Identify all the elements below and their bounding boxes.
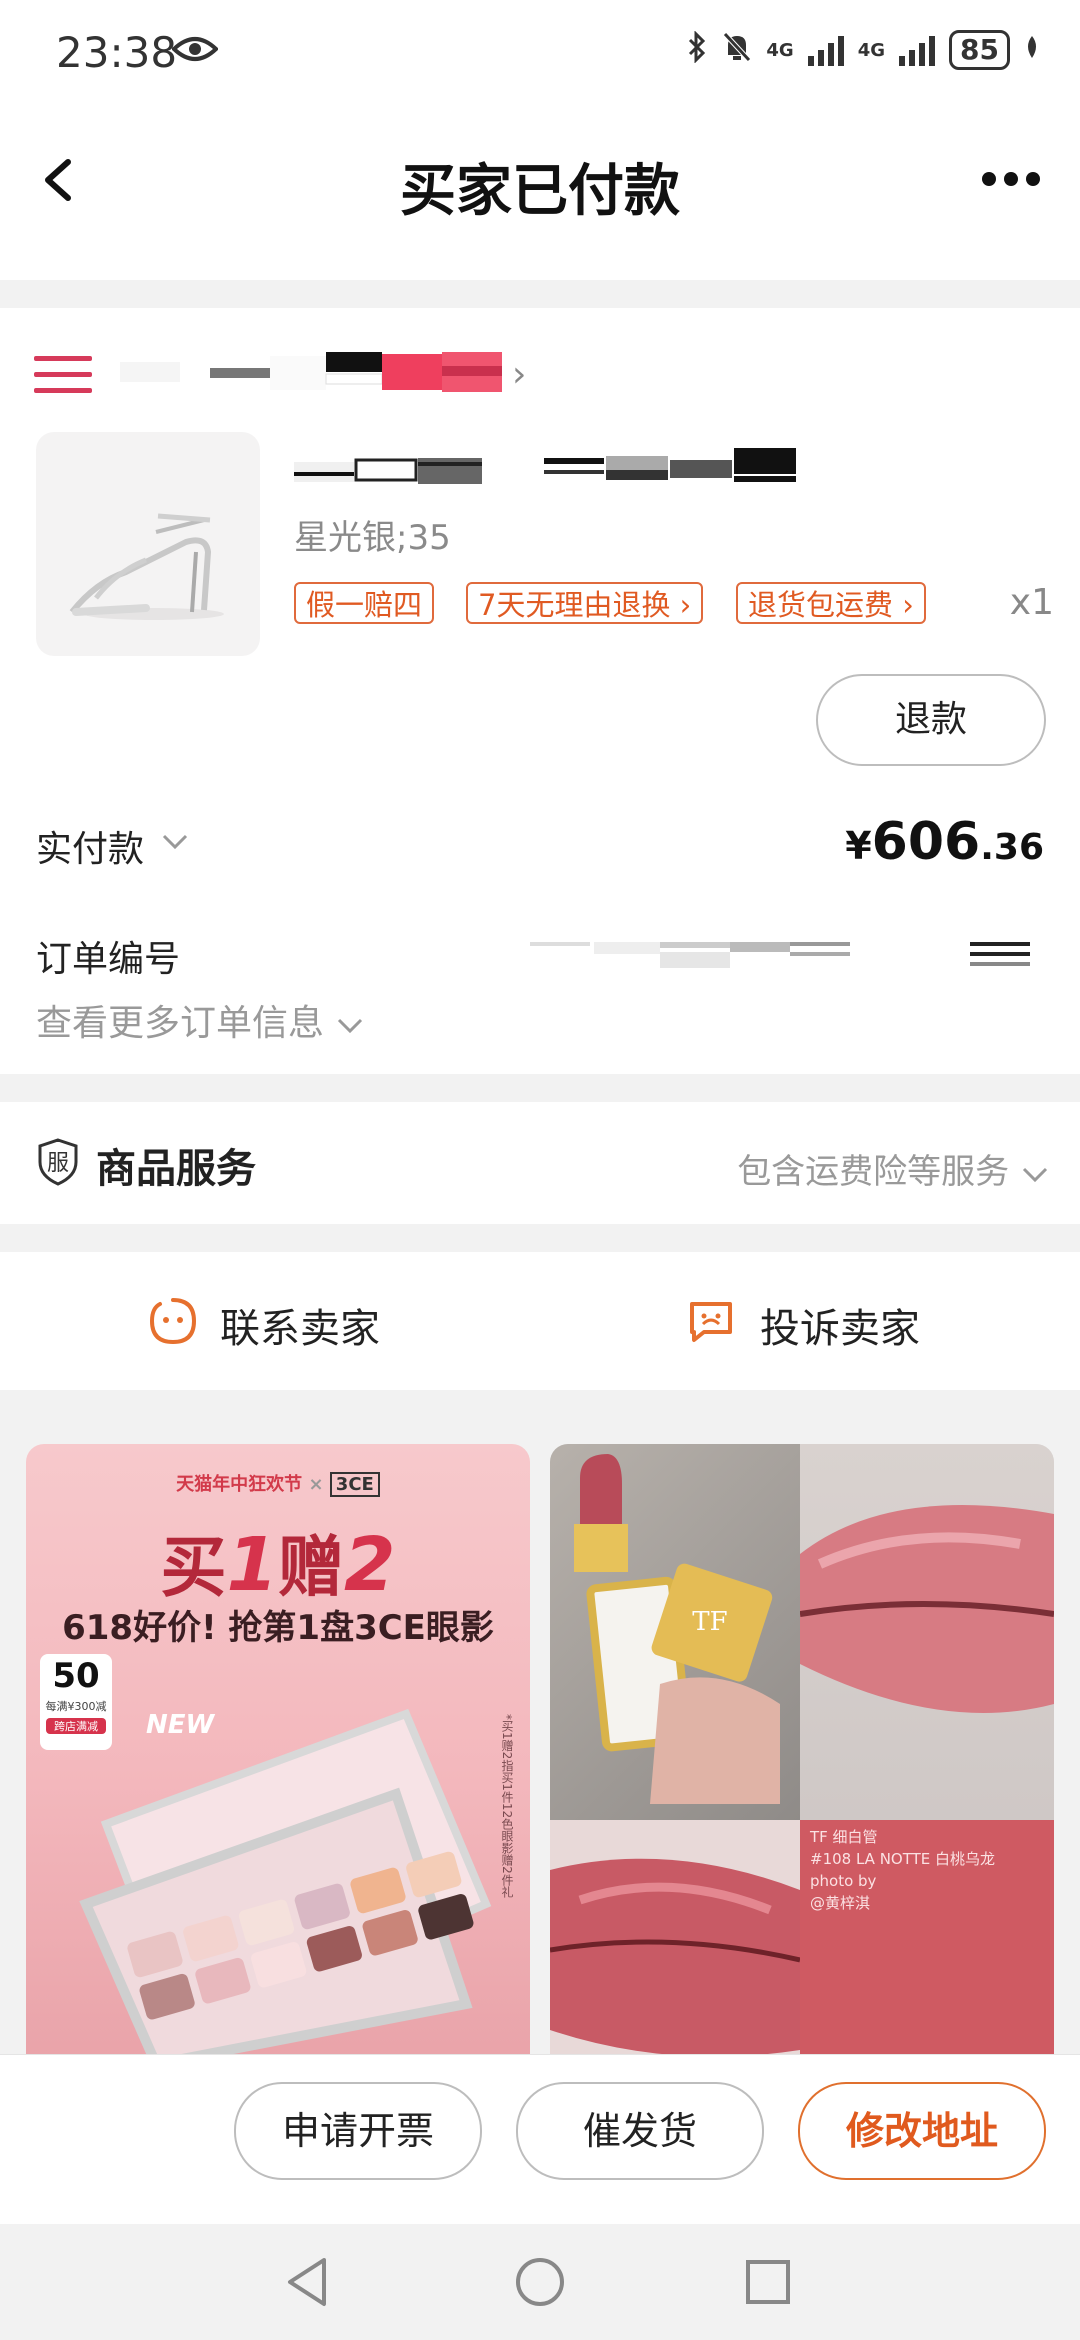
more-order-info-link[interactable]: 查看更多订单信息 — [36, 994, 365, 1046]
complaint-icon[interactable] — [686, 1296, 736, 1350]
shop-logo-icon — [34, 356, 92, 393]
ad-headline: 买1赠2 — [160, 1522, 396, 1608]
shop-name-redacted[interactable] — [120, 352, 510, 392]
refund-button[interactable]: 退款 — [816, 674, 1046, 766]
swatch-line-2: #108 LA NOTTE 白桃乌龙 — [810, 1850, 996, 1868]
complain-seller-button[interactable]: 投诉卖家 — [760, 1296, 920, 1354]
recommendation-card-eyeshadow[interactable]: 天猫年中狂欢节 × 3CE 买1赠2 618好价! 抢第1盘3CE眼影 50 每… — [26, 1444, 530, 2064]
lips-photo-2 — [550, 1820, 801, 2064]
bluetooth-icon — [686, 30, 708, 69]
ad-subline: 618好价! 抢第1盘3CE眼影 — [62, 1608, 494, 1648]
chevron-down-icon — [338, 1018, 363, 1034]
chevron-down-icon[interactable] — [160, 826, 190, 863]
lipstick-photo: TF — [550, 1444, 800, 1820]
swatch-line-3: photo by — [810, 1872, 877, 1890]
recommendation-card-lipstick[interactable]: TF TF 细白管 #108 LA NOTTE 白桃乌龙 photo by @黄… — [550, 1444, 1054, 2064]
more-options-icon[interactable] — [982, 172, 1040, 186]
modify-address-button[interactable]: 修改地址 — [798, 2082, 1046, 2180]
product-variant: 星光银;35 — [294, 518, 451, 558]
ad-logo-label: 3CE — [329, 1472, 380, 1497]
service-title: 商品服务 — [96, 1146, 256, 1192]
product-thumbnail[interactable] — [36, 432, 260, 656]
service-icon-text: 服 — [47, 1151, 69, 1176]
chevron-right-icon[interactable]: › — [512, 354, 526, 395]
signal-icon-2 — [899, 34, 936, 66]
swatch-line-4: @黄梓淇 — [810, 1894, 871, 1912]
swatch-panel: TF 细白管 #108 LA NOTTE 白桃乌龙 photo by @黄梓淇 — [800, 1820, 1054, 2064]
request-invoice-button[interactable]: 申请开票 — [234, 2082, 482, 2180]
tag-7day-return[interactable]: 7天无理由退换 › — [466, 582, 704, 624]
swatch-line-1: TF 细白管 — [810, 1828, 878, 1846]
network-label-2: 4G — [857, 39, 886, 61]
more-order-info-label: 查看更多订单信息 — [36, 1003, 325, 1044]
amount-integer: 606 — [871, 812, 981, 872]
ad-brand-label: 天猫年中狂欢节 — [176, 1474, 303, 1495]
nav-recents-icon[interactable] — [744, 2258, 792, 2310]
contact-seller-button[interactable]: 联系卖家 — [220, 1296, 380, 1354]
chevron-down-icon — [1022, 1167, 1048, 1182]
sandal-image — [69, 513, 224, 620]
clock: 23:38 — [56, 28, 178, 77]
mute-bell-icon — [722, 31, 752, 69]
paid-amount-label[interactable]: 实付款 — [36, 820, 144, 872]
chat-face-icon[interactable] — [148, 1296, 198, 1350]
nav-back-icon[interactable] — [284, 2256, 334, 2312]
status-icons: 4G 4G 85 — [686, 30, 1040, 70]
eyeshadow-palette-image — [79, 1708, 492, 2064]
quantity: x1 — [1009, 582, 1054, 623]
leaf-icon — [1024, 34, 1040, 66]
paid-amount: ¥606.36 — [845, 812, 1044, 872]
order-number-label: 订单编号 — [36, 939, 181, 980]
service-description-text: 包含运费险等服务 — [737, 1152, 1010, 1192]
tag-return-shipping[interactable]: 退货包运费 › — [736, 582, 926, 624]
currency-symbol: ¥ — [845, 824, 872, 868]
urge-shipping-button[interactable]: 催发货 — [516, 2082, 764, 2180]
amount-decimal: .36 — [980, 827, 1044, 868]
product-title-redacted[interactable] — [294, 448, 1044, 492]
battery-indicator: 85 — [949, 30, 1010, 70]
page-title: 买家已付款 — [400, 159, 680, 224]
order-number-redacted[interactable] — [530, 938, 1030, 972]
lips-photo-1 — [799, 1444, 1054, 1820]
network-label-1: 4G — [766, 39, 794, 61]
service-shield-icon: 服 — [36, 1138, 80, 1190]
cap-logo-text: TF — [692, 1607, 727, 1637]
service-description[interactable]: 包含运费险等服务 — [737, 1144, 1050, 1193]
nav-home-icon[interactable] — [514, 2256, 566, 2312]
tag-counterfeit-guarantee[interactable]: 假一赔四 — [294, 582, 435, 624]
signal-icon-1 — [807, 34, 844, 66]
eye-icon — [171, 34, 219, 68]
